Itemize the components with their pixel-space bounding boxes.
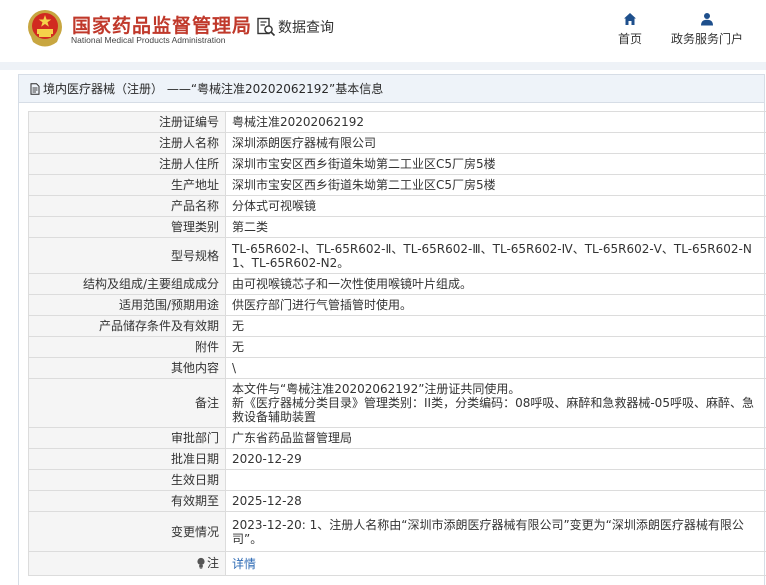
field-value: 由可视喉镜芯子和一次性使用喉镜叶片组成。	[225, 273, 766, 295]
table-row: 管理类别 第二类	[28, 216, 766, 238]
bulb-icon	[197, 557, 205, 569]
table-row: 注册证编号 粤械注准20202062192	[28, 111, 766, 133]
field-value: 深圳市宝安区西乡街道朱坳第二工业区C5厂房5楼	[225, 174, 766, 196]
table-row: 附件 无	[28, 336, 766, 358]
table-row: 批准日期 2020-12-29	[28, 448, 766, 470]
field-value: 第二类	[225, 216, 766, 238]
field-label: 注册证编号	[28, 111, 226, 133]
remark-line: 新《医疗器械分类目录》管理类别：II类，分类编码：08呼吸、麻醉和急救器械-05…	[232, 396, 754, 424]
table-row: 变更情况 2023-12-20: 1、注册人名称由“深圳市添朗医疗器械有限公司”…	[28, 511, 766, 552]
field-label: 型号规格	[28, 237, 226, 274]
field-value: 本文件与“粤械注准20202062192”注册证共同使用。 新《医疗器械分类目录…	[225, 378, 766, 428]
detail-link[interactable]: 详情	[232, 557, 256, 571]
brand-name-cn: 国家药品监督管理局	[72, 15, 253, 37]
nav-service-portal[interactable]: 政务服务门户	[671, 12, 743, 47]
field-label: 备注	[28, 378, 226, 428]
field-value: 粤械注准20202062192	[225, 111, 766, 133]
national-emblem-icon	[28, 10, 62, 47]
document-search-icon	[257, 17, 276, 37]
field-label: 注册人住所	[28, 153, 226, 175]
field-label: 管理类别	[28, 216, 226, 238]
device-info-panel: 境内医疗器械（注册） ——“粤械注准20202062192”基本信息 注册证编号…	[18, 74, 766, 585]
field-value: 无	[225, 315, 766, 337]
field-label: 结构及组成/主要组成成分	[28, 273, 226, 295]
table-row: 备注 本文件与“粤械注准20202062192”注册证共同使用。 新《医疗器械分…	[28, 378, 766, 428]
note-label: 注	[196, 556, 219, 570]
field-label: 适用范围/预期用途	[28, 294, 226, 316]
table-row: 注册人住所 深圳市宝安区西乡街道朱坳第二工业区C5厂房5楼	[28, 153, 766, 175]
field-label: 变更情况	[28, 511, 226, 552]
document-icon	[30, 82, 40, 95]
data-query-label: 数据查询	[278, 20, 334, 36]
field-value: 供医疗部门进行气管插管时使用。	[225, 294, 766, 316]
field-label: 产品储存条件及有效期	[28, 315, 226, 337]
panel-title-bar: 境内医疗器械（注册） ——“粤械注准20202062192”基本信息	[19, 75, 764, 103]
nav-service-label: 政务服务门户	[671, 32, 744, 46]
field-label: 附件	[28, 336, 226, 358]
field-value: 分体式可视喉镜	[225, 195, 766, 217]
brand-name-en: National Medical Products Administration	[71, 35, 226, 45]
table-row: 生产地址 深圳市宝安区西乡街道朱坳第二工业区C5厂房5楼	[28, 174, 766, 196]
field-value: 2020-12-29	[225, 448, 766, 470]
panel-title: 境内医疗器械（注册） ——“粤械注准20202062192”基本信息	[43, 82, 384, 96]
field-label: 生产地址	[28, 174, 226, 196]
note-label-text: 注	[206, 555, 219, 570]
note-label-cell: 注	[28, 551, 226, 576]
table-row: 产品名称 分体式可视喉镜	[28, 195, 766, 217]
site-header: 国家药品监督管理局 National Medical Products Admi…	[0, 0, 766, 58]
field-value: 2023-12-20: 1、注册人名称由“深圳市添朗医疗器械有限公司”变更为“深…	[225, 511, 766, 552]
header-divider-band	[0, 62, 766, 70]
table-row: 结构及组成/主要组成成分 由可视喉镜芯子和一次性使用喉镜叶片组成。	[28, 273, 766, 295]
field-label: 生效日期	[28, 469, 226, 491]
table-row: 注册人名称 深圳添朗医疗器械有限公司	[28, 132, 766, 154]
field-value: 详情	[225, 551, 766, 576]
nav-home[interactable]: 首页	[618, 12, 642, 47]
field-label: 其他内容	[28, 357, 226, 379]
field-label: 注册人名称	[28, 132, 226, 154]
remark-line: 本文件与“粤械注准20202062192”注册证共同使用。	[232, 382, 521, 396]
table-row: 审批部门 广东省药品监督管理局	[28, 427, 766, 449]
field-value: 无	[225, 336, 766, 358]
field-value: 深圳市宝安区西乡街道朱坳第二工业区C5厂房5楼	[225, 153, 766, 175]
field-label: 有效期至	[28, 490, 226, 512]
table-row: 有效期至 2025-12-28	[28, 490, 766, 512]
table-row: 产品储存条件及有效期 无	[28, 315, 766, 337]
field-value: 2025-12-28	[225, 490, 766, 512]
field-label: 产品名称	[28, 195, 226, 217]
table-row: 注 详情	[28, 551, 766, 576]
field-value	[225, 469, 766, 491]
table-row: 型号规格 TL-65R602-Ⅰ、TL-65R602-Ⅱ、TL-65R602-Ⅲ…	[28, 237, 766, 274]
field-value: TL-65R602-Ⅰ、TL-65R602-Ⅱ、TL-65R602-Ⅲ、TL-6…	[225, 237, 766, 274]
data-query-link[interactable]: 数据查询	[256, 17, 334, 37]
field-label: 批准日期	[28, 448, 226, 470]
table-row: 适用范围/预期用途 供医疗部门进行气管插管时使用。	[28, 294, 766, 316]
field-value: 深圳添朗医疗器械有限公司	[225, 132, 766, 154]
field-value: 广东省药品监督管理局	[225, 427, 766, 449]
user-icon	[701, 13, 713, 26]
field-label: 审批部门	[28, 427, 226, 449]
device-info-table: 注册证编号 粤械注准20202062192 注册人名称 深圳添朗医疗器械有限公司…	[28, 111, 766, 576]
nav-home-label: 首页	[618, 32, 643, 46]
field-value: \	[225, 357, 766, 379]
home-icon	[624, 13, 636, 25]
table-row: 生效日期	[28, 469, 766, 491]
table-row: 其他内容 \	[28, 357, 766, 379]
